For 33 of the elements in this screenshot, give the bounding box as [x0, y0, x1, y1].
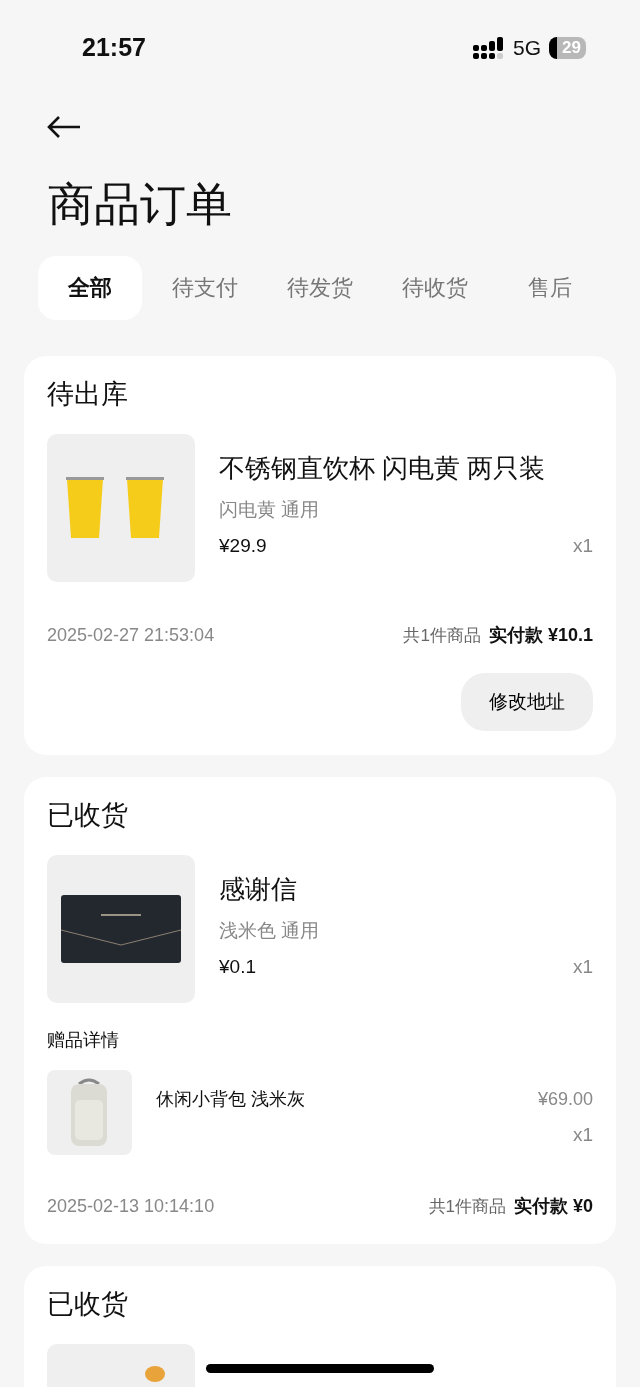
- filter-tab[interactable]: 待收货: [383, 255, 487, 320]
- network-label: 5G: [513, 35, 542, 62]
- product-price: ¥0.1: [219, 955, 256, 980]
- product-name: 感谢信: [219, 872, 298, 905]
- product-quantity: x1: [572, 534, 593, 559]
- order-status: 待出库: [47, 377, 129, 410]
- gift-section-title: 赠品详情: [47, 1028, 120, 1052]
- status-time: 21:57: [82, 32, 146, 64]
- back-button[interactable]: [46, 114, 82, 139]
- order-time: 2025-02-13 10:14:10: [47, 1194, 215, 1218]
- filter-tab[interactable]: 待支付: [153, 255, 257, 320]
- amount-paid: 实付款 ¥0: [513, 1194, 593, 1218]
- product-quantity: x1: [572, 955, 593, 980]
- order-status: 已收货: [47, 1287, 129, 1320]
- action-button[interactable]: 修改地址: [461, 672, 593, 731]
- order-time: 2025-02-27 21:53:04: [47, 623, 215, 647]
- filter-tab[interactable]: 待发货: [268, 255, 372, 320]
- product-spec: 闪电黄 通用: [219, 497, 321, 522]
- signal-icon: [473, 37, 506, 59]
- item-count: 共1件商品: [403, 624, 481, 647]
- order-status: 已收货: [47, 798, 129, 831]
- gift-quantity: x1: [572, 1122, 593, 1147]
- filter-tab[interactable]: 全部: [38, 255, 142, 320]
- page-title: 商品订单: [48, 176, 233, 232]
- product-spec: 浅米色 通用: [219, 918, 321, 943]
- gift-price: ¥69.00: [537, 1087, 593, 1111]
- battery-indicator: 29: [549, 37, 586, 59]
- product-price: ¥29.9: [219, 534, 267, 559]
- item-count: 共1件商品: [428, 1195, 506, 1218]
- gift-name: 休闲小背包 浅米灰: [156, 1087, 306, 1111]
- product-name: 不锈钢直饮杯 闪电黄 两只装: [219, 451, 547, 484]
- filter-tab[interactable]: 售后: [498, 255, 602, 320]
- amount-paid: 实付款 ¥10.1: [488, 623, 593, 647]
